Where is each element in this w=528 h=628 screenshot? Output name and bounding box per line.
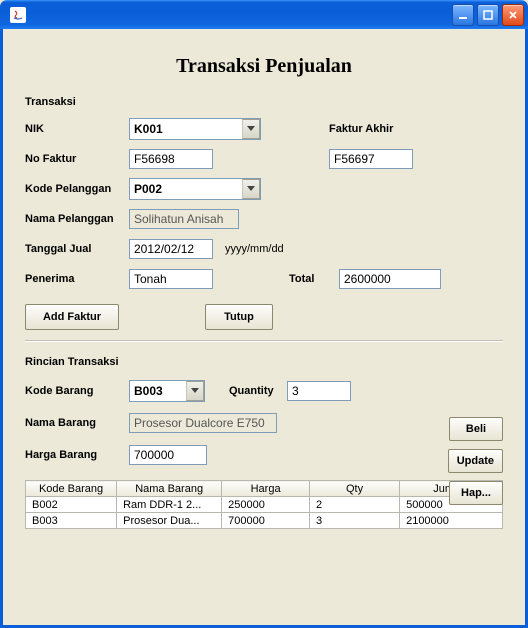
label-nama-pelanggan: Nama Pelanggan	[25, 213, 129, 225]
kode-barang-value[interactable]	[130, 381, 186, 401]
label-no-faktur: No Faktur	[25, 153, 129, 165]
section-rincian: Rincian Transaksi	[25, 356, 503, 368]
separator	[25, 340, 503, 342]
label-quantity: Quantity	[229, 385, 287, 397]
penerima-input[interactable]	[129, 269, 213, 289]
table-header-row: Kode Barang Nama Barang Harga Qty Jumlah	[26, 481, 503, 497]
label-nik: NIK	[25, 123, 129, 135]
cell-harga[interactable]: 700000	[222, 513, 310, 529]
th-kode-barang[interactable]: Kode Barang	[26, 481, 117, 497]
cell-qty[interactable]: 2	[310, 497, 400, 513]
update-button[interactable]: Update	[448, 449, 503, 473]
nik-select[interactable]	[129, 118, 261, 140]
harga-barang-input[interactable]	[129, 445, 207, 465]
tutup-button[interactable]: Tutup	[205, 304, 273, 330]
chevron-down-icon[interactable]	[242, 119, 260, 139]
th-nama-barang[interactable]: Nama Barang	[117, 481, 222, 497]
rincian-table: Kode Barang Nama Barang Harga Qty Jumlah…	[25, 480, 503, 529]
minimize-button[interactable]	[452, 4, 474, 26]
window-content: Transaksi Penjualan Transaksi NIK Faktur…	[0, 29, 528, 628]
label-tanggal-jual: Tanggal Jual	[25, 243, 129, 255]
label-kode-pelanggan: Kode Pelanggan	[25, 183, 129, 195]
hapus-button[interactable]: Hap...	[449, 481, 503, 505]
beli-button[interactable]: Beli	[449, 417, 503, 441]
table-row[interactable]: B003 Prosesor Dua... 700000 3 2100000	[26, 513, 503, 529]
label-total: Total	[289, 273, 339, 285]
kode-pelanggan-value[interactable]	[130, 179, 242, 199]
table-row[interactable]: B002 Ram DDR-1 2... 250000 2 500000	[26, 497, 503, 513]
chevron-down-icon[interactable]	[186, 381, 204, 401]
add-faktur-button[interactable]: Add Faktur	[25, 304, 119, 330]
nama-pelanggan-input	[129, 209, 239, 229]
cell-nama-barang[interactable]: Ram DDR-1 2...	[117, 497, 222, 513]
java-icon	[10, 7, 26, 23]
label-nama-barang: Nama Barang	[25, 417, 129, 429]
cell-jumlah[interactable]: 2100000	[400, 513, 503, 529]
nama-barang-input	[129, 413, 277, 433]
window-titlebar	[0, 0, 528, 29]
cell-qty[interactable]: 3	[310, 513, 400, 529]
cell-nama-barang[interactable]: Prosesor Dua...	[117, 513, 222, 529]
label-harga-barang: Harga Barang	[25, 449, 129, 461]
quantity-input[interactable]	[287, 381, 351, 401]
label-kode-barang: Kode Barang	[25, 385, 129, 397]
label-faktur-akhir: Faktur Akhir	[329, 123, 393, 135]
section-transaksi: Transaksi	[25, 96, 503, 108]
maximize-button[interactable]	[477, 4, 499, 26]
cell-kode-barang[interactable]: B002	[26, 497, 117, 513]
no-faktur-input[interactable]	[129, 149, 213, 169]
th-qty[interactable]: Qty	[310, 481, 400, 497]
page-title: Transaksi Penjualan	[25, 55, 503, 78]
faktur-akhir-input[interactable]	[329, 149, 413, 169]
chevron-down-icon[interactable]	[242, 179, 260, 199]
th-harga[interactable]: Harga	[222, 481, 310, 497]
kode-barang-select[interactable]	[129, 380, 205, 402]
close-button[interactable]	[502, 4, 524, 26]
kode-pelanggan-select[interactable]	[129, 178, 261, 200]
tanggal-hint: yyyy/mm/dd	[225, 243, 284, 255]
total-input[interactable]	[339, 269, 441, 289]
cell-harga[interactable]: 250000	[222, 497, 310, 513]
cell-kode-barang[interactable]: B003	[26, 513, 117, 529]
tanggal-jual-input[interactable]	[129, 239, 213, 259]
label-penerima: Penerima	[25, 273, 129, 285]
nik-value[interactable]	[130, 119, 242, 139]
